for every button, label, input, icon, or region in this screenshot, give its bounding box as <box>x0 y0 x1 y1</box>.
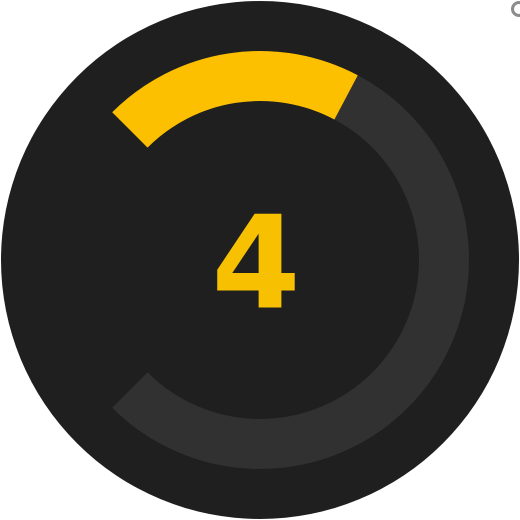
gauge-dial: 4 <box>1 1 519 519</box>
gauge-value: 4 <box>211 190 300 339</box>
gauge-widget: 4 <box>0 0 520 520</box>
corner-circle-icon <box>511 1 520 17</box>
